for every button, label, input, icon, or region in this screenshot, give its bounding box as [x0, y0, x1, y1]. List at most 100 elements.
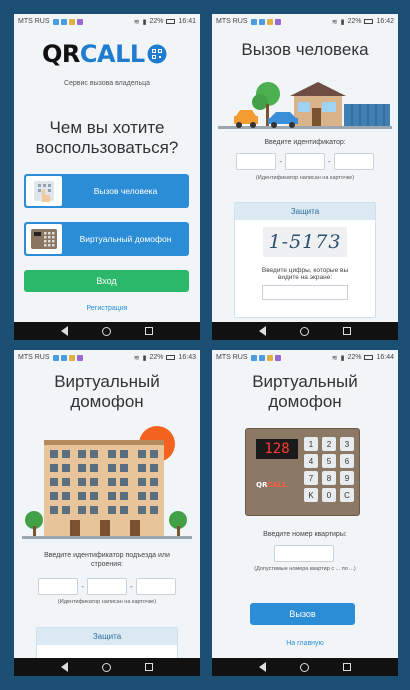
screen-main-menu: MTS RUS ≋ ▮ 22% 16:41 QRCALL Сервис вызо…	[14, 14, 200, 340]
keypad-key: 4	[304, 454, 318, 468]
id-hint: (Идентификатор написан на карточке)	[255, 175, 355, 181]
id-input-3[interactable]	[135, 578, 176, 595]
enter-id-label-line-2: строения:	[91, 561, 123, 568]
android-nav-bar	[212, 658, 398, 676]
page-title-line-1: Виртуальный	[252, 372, 358, 391]
intercom-brand: QRCALL	[256, 481, 287, 489]
id-input-1[interactable]	[38, 578, 79, 595]
notification-icons	[52, 354, 83, 361]
home-icon[interactable]	[102, 326, 111, 336]
protection-header: Защита	[235, 203, 375, 220]
house-illustration	[218, 74, 392, 139]
recent-apps-icon[interactable]	[343, 663, 351, 671]
id-input-2[interactable]	[285, 153, 325, 170]
screen-call-person: MTS RUS ≋ ▮ 22% 16:42 Вызов человека Вве…	[212, 14, 398, 340]
qr-code-icon	[147, 44, 167, 64]
android-nav-bar	[14, 322, 200, 340]
captcha-prompt-1: Введите цифры, которые вы	[261, 267, 349, 274]
battery-percent: 22%	[347, 354, 362, 361]
page-title-line-2: домофон	[70, 392, 144, 411]
home-icon[interactable]	[102, 662, 111, 672]
id-input-group: - -	[212, 153, 398, 170]
captcha-image: 1-5173	[263, 227, 347, 257]
home-icon[interactable]	[300, 326, 309, 336]
back-icon[interactable]	[61, 326, 68, 336]
apartment-hint: (Допустимые номера квартир с ... по ...)	[254, 566, 356, 572]
service-subtitle: Сервис вызова владельца	[63, 80, 151, 87]
signal-icon: ▮	[340, 18, 345, 26]
keypad-key: 8	[322, 471, 336, 485]
battery-icon	[364, 355, 374, 360]
clock: 16:41	[178, 18, 196, 25]
signal-icon: ▮	[142, 354, 147, 362]
status-bar: MTS RUS ≋ ▮ 22% 16:42	[212, 14, 398, 29]
virtual-intercom-button[interactable]: Виртуальный домофон	[24, 222, 189, 256]
keypad-key: 5	[322, 454, 336, 468]
battery-icon	[166, 19, 176, 24]
apartment-number-input[interactable]	[274, 545, 334, 562]
page-title: Вызов человека	[241, 40, 369, 59]
enter-id-label: Введите идентификатор:	[264, 139, 346, 146]
recent-apps-icon[interactable]	[343, 327, 351, 335]
intercom-panel-icon	[26, 224, 62, 254]
notification-icons	[250, 354, 281, 361]
wifi-icon: ≋	[133, 18, 140, 26]
battery-percent: 22%	[149, 354, 164, 361]
enter-id-label-line-1: Введите идентификатор подъезда или	[44, 552, 170, 559]
battery-icon	[364, 19, 374, 24]
carrier-label: MTS RUS	[18, 18, 50, 25]
id-input-2[interactable]	[87, 578, 127, 595]
keypad-key: C	[340, 488, 354, 502]
login-button[interactable]: Вход	[24, 270, 189, 292]
call-person-label: Вызов человека	[93, 186, 158, 196]
id-input-1[interactable]	[236, 153, 277, 170]
call-person-button[interactable]: Вызов человека	[24, 174, 189, 208]
status-bar: MTS RUS ≋ ▮ 22% 16:41	[14, 14, 200, 29]
back-icon[interactable]	[259, 326, 266, 336]
id-input-group: - -	[14, 578, 200, 595]
enter-apartment-label: Введите номер квартиры:	[263, 531, 347, 538]
keypad-key: 3	[340, 437, 354, 451]
captcha-panel: Защита 1-5173 Введите цифры, которые вы …	[234, 202, 376, 318]
keypad-key: K	[304, 488, 318, 502]
keypad-key: 9	[340, 471, 354, 485]
logo-call-text: CALL	[79, 40, 145, 68]
home-icon[interactable]	[300, 662, 309, 672]
keypad-key: 2	[322, 437, 336, 451]
android-nav-bar	[212, 322, 398, 340]
carrier-label: MTS RUS	[18, 354, 50, 361]
screen-virtual-intercom-id: MTS RUS ≋ ▮ 22% 16:43 Виртуальный домофо…	[14, 350, 200, 676]
wifi-icon: ≋	[133, 354, 140, 362]
recent-apps-icon[interactable]	[145, 663, 153, 671]
keypad-key: 0	[322, 488, 336, 502]
status-bar: MTS RUS ≋ ▮ 22% 16:44	[212, 350, 398, 365]
captcha-prompt-2: видите на экране:	[277, 274, 333, 281]
apartment-building-illustration	[22, 422, 192, 545]
hand-press-icon	[26, 176, 62, 206]
battery-percent: 22%	[149, 18, 164, 25]
register-link[interactable]: Регистрация	[14, 305, 200, 312]
question-line-1: Чем вы хотите	[49, 118, 165, 137]
id-input-3[interactable]	[333, 153, 374, 170]
notification-icons	[250, 18, 281, 25]
wifi-icon: ≋	[331, 354, 338, 362]
clock: 16:44	[376, 354, 394, 361]
intercom-panel-illustration: 12 8 QRCALL 123 456 789 K0C	[245, 428, 360, 516]
recent-apps-icon[interactable]	[145, 327, 153, 335]
intercom-keypad: 123 456 789 K0C	[304, 437, 354, 502]
keypad-key: 1	[304, 437, 318, 451]
status-bar: MTS RUS ≋ ▮ 22% 16:43	[14, 350, 200, 365]
signal-icon: ▮	[142, 18, 147, 26]
keypad-key: 6	[340, 454, 354, 468]
clock: 16:42	[376, 18, 394, 25]
signal-icon: ▮	[340, 354, 345, 362]
back-icon[interactable]	[61, 662, 68, 672]
protection-header: Защита	[37, 628, 177, 645]
page-title-line-2: домофон	[268, 392, 342, 411]
virtual-intercom-label: Виртуальный домофон	[79, 234, 172, 244]
call-button[interactable]: Вызов	[250, 603, 355, 625]
home-link[interactable]: На главную	[212, 640, 398, 647]
back-icon[interactable]	[259, 662, 266, 672]
captcha-input[interactable]	[262, 285, 348, 300]
keypad-key: 7	[304, 471, 318, 485]
